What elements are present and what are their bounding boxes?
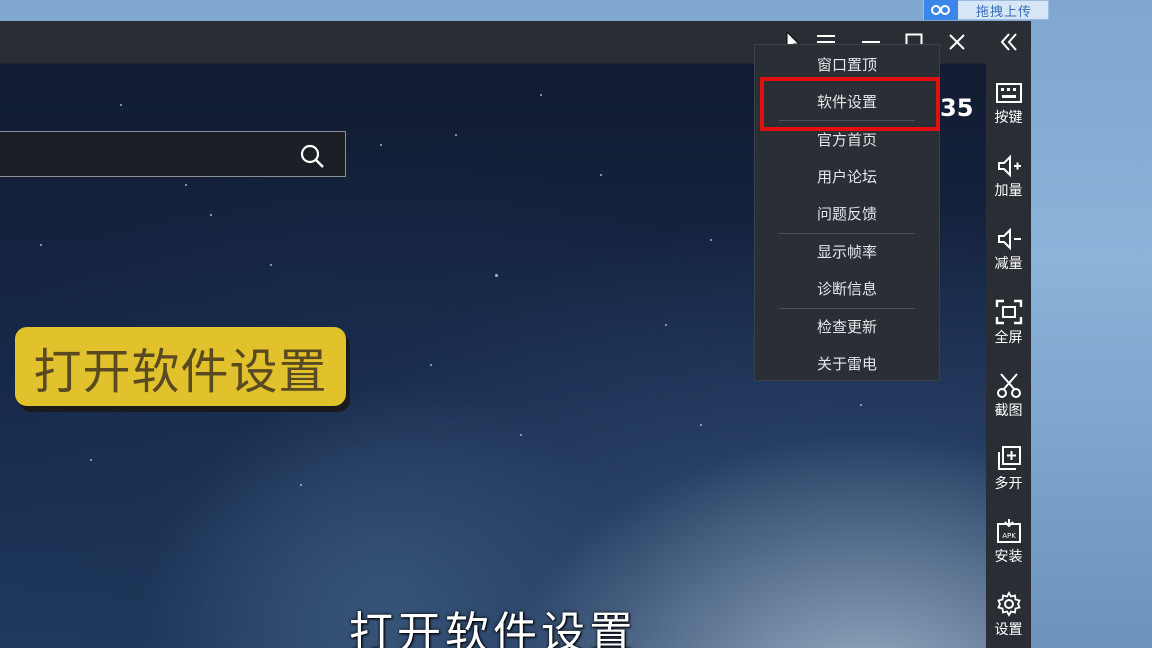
video-subtitle: 打开软件设置: [349, 608, 637, 648]
baidu-cloud-icon: [924, 0, 958, 20]
multi-instance-icon: [997, 446, 1021, 470]
sidebar-item-label: 减量: [994, 256, 1023, 272]
sidebar-item-install-apk[interactable]: APK 安装: [986, 512, 1031, 582]
search-bar[interactable]: [0, 131, 346, 177]
main-dropdown-menu: 窗口置顶 软件设置 官方首页 用户论坛 问题反馈 显示帧率 诊断信息 检查更新 …: [754, 44, 940, 381]
menu-item-diagnostics[interactable]: 诊断信息: [755, 271, 939, 307]
sidebar-item-volume-up[interactable]: 加量: [986, 148, 1031, 218]
gear-icon: [996, 591, 1021, 617]
apk-install-icon: APK: [996, 519, 1021, 543]
scissors-icon: [996, 373, 1021, 398]
upload-tag-label: 拖拽上传: [976, 4, 1033, 20]
menu-item-official-site[interactable]: 官方首页: [755, 122, 939, 158]
menu-item-software-settings[interactable]: 软件设置: [755, 84, 939, 120]
keyboard-icon: [995, 83, 1022, 103]
svg-text:APK: APK: [1002, 532, 1016, 540]
sidebar-item-multi-instance[interactable]: 多开: [986, 439, 1031, 509]
volume-up-icon: [997, 154, 1021, 178]
menu-item-pin-window[interactable]: 窗口置顶: [755, 47, 939, 83]
sidebar-item-label: 安装: [994, 549, 1023, 565]
double-chevron-left-icon: [1000, 33, 1017, 51]
menu-item-check-updates[interactable]: 检查更新: [755, 309, 939, 345]
sidebar-item-keys[interactable]: 按键: [986, 75, 1031, 145]
close-icon[interactable]: [937, 21, 977, 63]
volume-down-icon: [997, 227, 1021, 251]
instruction-callout: 打开软件设置: [15, 327, 346, 406]
sidebar-item-fullscreen[interactable]: 全屏: [986, 293, 1031, 363]
right-toolbar: 按键 加量 减量 全屏 截图 多开 APK 安装 设置: [986, 21, 1031, 648]
fullscreen-icon: [995, 299, 1022, 325]
menu-item-feedback[interactable]: 问题反馈: [755, 196, 939, 232]
menu-item-show-fps[interactable]: 显示帧率: [755, 234, 939, 270]
sidebar-item-label: 全屏: [994, 330, 1023, 346]
menu-item-about[interactable]: 关于雷电: [755, 346, 939, 382]
status-clock-fragment: 35: [940, 94, 974, 122]
sidebar-item-label: 截图: [994, 403, 1023, 419]
search-icon[interactable]: [299, 143, 325, 169]
menu-item-user-forum[interactable]: 用户论坛: [755, 159, 939, 195]
upload-drop-tag[interactable]: 拖拽上传: [923, 0, 1049, 20]
collapse-toolbar-button[interactable]: [986, 21, 1031, 63]
sidebar-item-label: 多开: [994, 476, 1023, 492]
sidebar-item-label: 按键: [994, 110, 1023, 126]
sidebar-item-label: 设置: [994, 622, 1023, 638]
menu-divider: [779, 120, 915, 121]
sidebar-item-screenshot[interactable]: 截图: [986, 366, 1031, 436]
sidebar-item-volume-down[interactable]: 减量: [986, 221, 1031, 291]
sidebar-item-settings[interactable]: 设置: [986, 585, 1031, 648]
sidebar-item-label: 加量: [994, 183, 1023, 199]
